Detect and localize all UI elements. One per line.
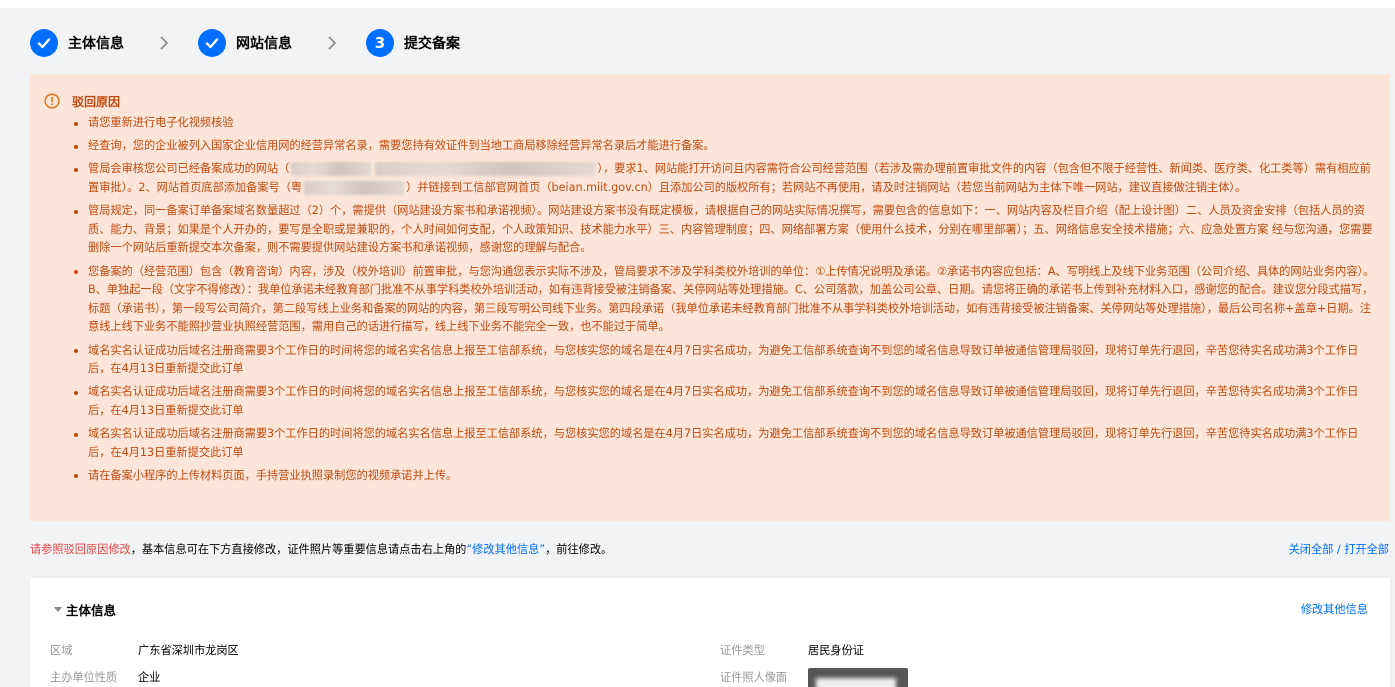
caret-down-icon[interactable] [54,607,62,612]
list-item: 请在备案小程序的上传材料页面，手持营业执照录制您的视频承诺并上传。 [74,467,1378,486]
list-item-text: ）并链接到工信部官网首页（beian.miit.gov.cn）且添加公司的版权所… [406,180,1247,194]
step-label: 主体信息 [68,36,124,52]
redacted-url [375,162,596,177]
field-id-photo: 证件照人像面 [720,669,808,685]
field-region: 区域 广东省深圳市龙岗区 [50,642,239,658]
subject-info-card: 主体信息 修改其他信息 区域 广东省深圳市龙岗区 主办单位性质 企业 证件类型 … [30,578,1390,687]
id-photo-thumbnail[interactable] [808,668,908,687]
notice-red: 请参照驳回原因修改 [30,543,131,556]
progress-steps: 主体信息 网站信息 3 提交备案 [30,28,460,58]
reject-reason-panel: 驳回原因 请您重新进行电子化视频核验 经查询，您的企业被列入国家企业信用网的经营… [30,74,1390,521]
field-nature: 主办单位性质 企业 [50,669,160,685]
field-key: 区域 [50,644,73,657]
step-label: 提交备案 [404,36,460,52]
card-title: 主体信息 [66,603,117,618]
list-item: 经查询，您的企业被列入国家企业信用网的经营异常名录，需要您持有效证件到当地工商局… [74,137,1378,156]
list-item: 域名实名认证成功后域名注册商需要3个工作日的时间将您的域名实名信息上报至工信部系… [74,425,1378,462]
list-item: 您备案的（经营范围）包含（教育咨询）内容，涉及（校外培训）前置审批，与您沟通您表… [74,263,1378,337]
step-subject-info: 主体信息 [30,29,124,57]
notice-text: ，前往修改。 [545,543,613,556]
notice-text: ，基本信息可在下方直接修改，证件照片等重要信息请点击右上角的 [130,543,467,556]
step-label: 网站信息 [236,36,292,52]
reject-list: 请您重新进行电子化视频核验 经查询，您的企业被列入国家企业信用网的经营异常名录，… [74,114,1378,485]
edit-other-info-link[interactable]: 修改其他信息 [1301,601,1368,617]
check-icon [30,29,58,57]
list-item: 域名实名认证成功后域名注册商需要3个工作日的时间将您的域名实名信息上报至工信部系… [74,383,1378,420]
redacted-record-number [304,180,405,195]
list-item: 管局会审核您公司已经备案成功的网站（ ），要求1、网站能打开访问且内容需符合公司经… [74,160,1378,197]
notice-link: “修改其他信息” [466,543,546,556]
field-key: 证件照人像面 [720,671,788,684]
check-icon [198,29,226,57]
list-item: 域名实名认证成功后域名注册商需要3个工作日的时间将您的域名实名信息上报至工信部系… [74,342,1378,379]
redacted-url [291,162,372,177]
top-strip [0,0,1395,8]
field-value: 广东省深圳市龙岗区 [138,644,239,657]
field-key: 主办单位性质 [50,671,118,684]
step-submit: 3 提交备案 [366,29,460,57]
reject-title: 驳回原因 [72,94,121,109]
card-header[interactable]: 主体信息 [54,600,116,619]
field-key: 证件类型 [720,644,765,657]
field-id-type: 证件类型 居民身份证 [720,642,864,658]
chevron-right-icon [326,36,338,50]
step-website-info: 网站信息 [198,29,292,57]
toggle-all-link[interactable]: 关闭全部 / 打开全部 [1289,541,1389,557]
list-item: 管局规定，同一备案订单备案域名数量超过（2）个，需提供（网站建设方案书和承诺视频… [74,202,1378,258]
warning-icon [44,93,60,109]
list-item: 请您重新进行电子化视频核验 [74,114,1378,133]
list-item-text: 管局会审核您公司已经备案成功的网站（ [88,162,290,176]
field-value: 企业 [138,671,161,684]
field-value: 居民身份证 [808,644,864,657]
step-number: 3 [366,29,394,57]
modify-notice: 请参照驳回原因修改，基本信息可在下方直接修改，证件照片等重要信息请点击右上角的“… [30,541,612,557]
chevron-right-icon [158,36,170,50]
